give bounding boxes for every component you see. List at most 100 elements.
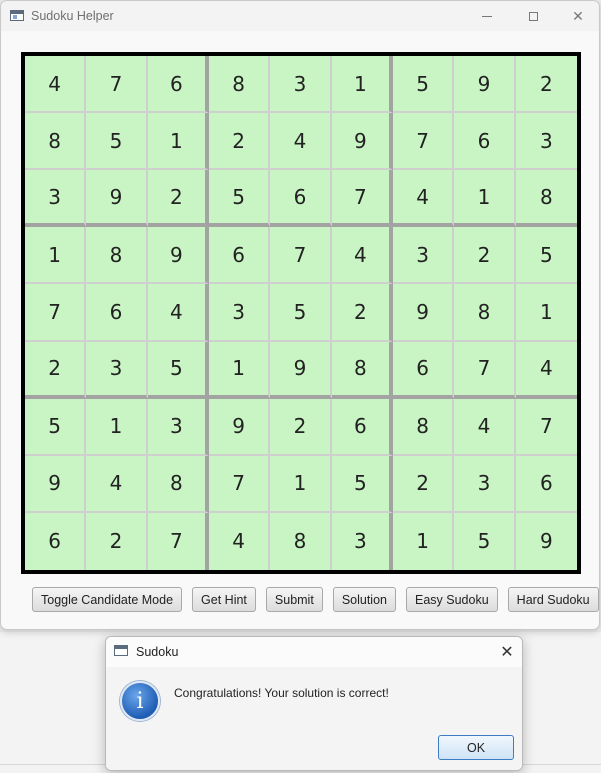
sudoku-cell[interactable]: 4 [270,113,332,171]
ok-button[interactable]: OK [438,735,514,760]
sudoku-cell[interactable]: 6 [208,227,271,285]
sudoku-cell[interactable]: 7 [86,56,148,114]
sudoku-cell[interactable]: 9 [86,170,148,228]
sudoku-cell[interactable]: 8 [25,113,87,171]
sudoku-cell[interactable]: 7 [392,113,455,171]
sudoku-cell[interactable]: 1 [270,455,332,513]
sudoku-cell[interactable]: 4 [86,455,148,513]
close-button[interactable]: ✕ [555,1,599,31]
sudoku-cell[interactable]: 5 [515,227,577,285]
sudoku-cell[interactable]: 1 [331,56,393,114]
button-bar: Toggle Candidate Mode Get Hint Submit So… [32,587,599,612]
minimize-button[interactable] [464,1,510,31]
sudoku-cell[interactable]: 1 [147,113,209,171]
sudoku-cell[interactable]: 5 [208,170,271,228]
sudoku-cell[interactable]: 6 [270,170,332,228]
sudoku-cell[interactable]: 5 [25,398,87,456]
message-dialog: Sudoku ✕ i Congratulations! Your solutio… [105,636,523,771]
sudoku-cell[interactable]: 2 [331,284,393,342]
sudoku-cell[interactable]: 9 [515,512,577,570]
sudoku-cell[interactable]: 4 [147,284,209,342]
sudoku-cell[interactable]: 8 [515,170,577,228]
sudoku-cell[interactable]: 1 [25,227,87,285]
sudoku-cell[interactable]: 8 [147,455,209,513]
sudoku-cell[interactable]: 7 [331,170,393,228]
sudoku-cell[interactable]: 7 [208,455,271,513]
sudoku-cell[interactable]: 3 [208,284,271,342]
dialog-body: i Congratulations! Your solution is corr… [106,667,522,770]
sudoku-cell[interactable]: 9 [25,455,87,513]
sudoku-cell[interactable]: 6 [515,455,577,513]
sudoku-cell[interactable]: 8 [270,512,332,570]
sudoku-cell[interactable]: 4 [515,341,577,399]
sudoku-cell[interactable]: 7 [270,227,332,285]
solution-button[interactable]: Solution [332,587,396,612]
sudoku-cell[interactable]: 8 [454,284,516,342]
sudoku-cell[interactable]: 9 [331,113,393,171]
sudoku-cell[interactable]: 1 [454,170,516,228]
sudoku-cell[interactable]: 1 [392,512,455,570]
sudoku-cell[interactable]: 9 [147,227,209,285]
toggle-candidate-mode-button[interactable]: Toggle Candidate Mode [32,587,183,612]
sudoku-cell[interactable]: 9 [454,56,516,114]
sudoku-cell[interactable]: 4 [331,227,393,285]
sudoku-cell[interactable]: 9 [392,284,455,342]
sudoku-cell[interactable]: 3 [86,341,148,399]
easy-sudoku-button[interactable]: Easy Sudoku [406,587,498,612]
sudoku-cell[interactable]: 6 [25,512,87,570]
sudoku-cell[interactable]: 5 [147,341,209,399]
dialog-title-bar[interactable]: Sudoku ✕ [106,637,522,667]
dialog-message: Congratulations! Your solution is correc… [174,686,389,700]
sudoku-cell[interactable]: 6 [331,398,393,456]
sudoku-cell[interactable]: 3 [147,398,209,456]
sudoku-cell[interactable]: 6 [454,113,516,171]
sudoku-cell[interactable]: 2 [392,455,455,513]
sudoku-cell[interactable]: 2 [270,398,332,456]
sudoku-cell[interactable]: 4 [208,512,271,570]
sudoku-cell[interactable]: 4 [25,56,87,114]
sudoku-cell[interactable]: 2 [515,56,577,114]
sudoku-cell[interactable]: 4 [392,170,455,228]
sudoku-cell[interactable]: 4 [454,398,516,456]
sudoku-cell[interactable]: 7 [147,512,209,570]
title-bar[interactable]: Sudoku Helper ✕ [1,1,599,31]
sudoku-cell[interactable]: 3 [515,113,577,171]
sudoku-cell[interactable]: 2 [25,341,87,399]
sudoku-cell[interactable]: 5 [86,113,148,171]
dialog-close-button[interactable]: ✕ [492,637,522,667]
hard-sudoku-button[interactable]: Hard Sudoku [507,587,599,612]
close-icon: ✕ [500,644,514,661]
sudoku-cell[interactable]: 3 [392,227,455,285]
sudoku-cell[interactable]: 6 [392,341,455,399]
sudoku-cell[interactable]: 3 [454,455,516,513]
sudoku-cell[interactable]: 5 [331,455,393,513]
sudoku-cell[interactable]: 7 [515,398,577,456]
sudoku-cell[interactable]: 5 [392,56,455,114]
sudoku-cell[interactable]: 8 [392,398,455,456]
sudoku-cell[interactable]: 2 [454,227,516,285]
sudoku-cell[interactable]: 8 [331,341,393,399]
sudoku-cell[interactable]: 1 [515,284,577,342]
sudoku-cell[interactable]: 3 [25,170,87,228]
window-title: Sudoku Helper [31,9,114,23]
sudoku-cell[interactable]: 6 [86,284,148,342]
sudoku-cell[interactable]: 6 [147,56,209,114]
maximize-button[interactable] [510,1,556,31]
sudoku-cell[interactable]: 1 [86,398,148,456]
sudoku-cell[interactable]: 8 [208,56,271,114]
sudoku-cell[interactable]: 1 [208,341,271,399]
sudoku-cell[interactable]: 2 [86,512,148,570]
sudoku-cell[interactable]: 9 [208,398,271,456]
sudoku-cell[interactable]: 8 [86,227,148,285]
sudoku-cell[interactable]: 3 [270,56,332,114]
submit-button[interactable]: Submit [265,587,323,612]
sudoku-cell[interactable]: 7 [25,284,87,342]
sudoku-cell[interactable]: 2 [147,170,209,228]
sudoku-cell[interactable]: 2 [208,113,271,171]
sudoku-cell[interactable]: 3 [331,512,393,570]
sudoku-cell[interactable]: 7 [454,341,516,399]
sudoku-cell[interactable]: 5 [270,284,332,342]
sudoku-cell[interactable]: 9 [270,341,332,399]
get-hint-button[interactable]: Get Hint [192,587,256,612]
sudoku-cell[interactable]: 5 [454,512,516,570]
